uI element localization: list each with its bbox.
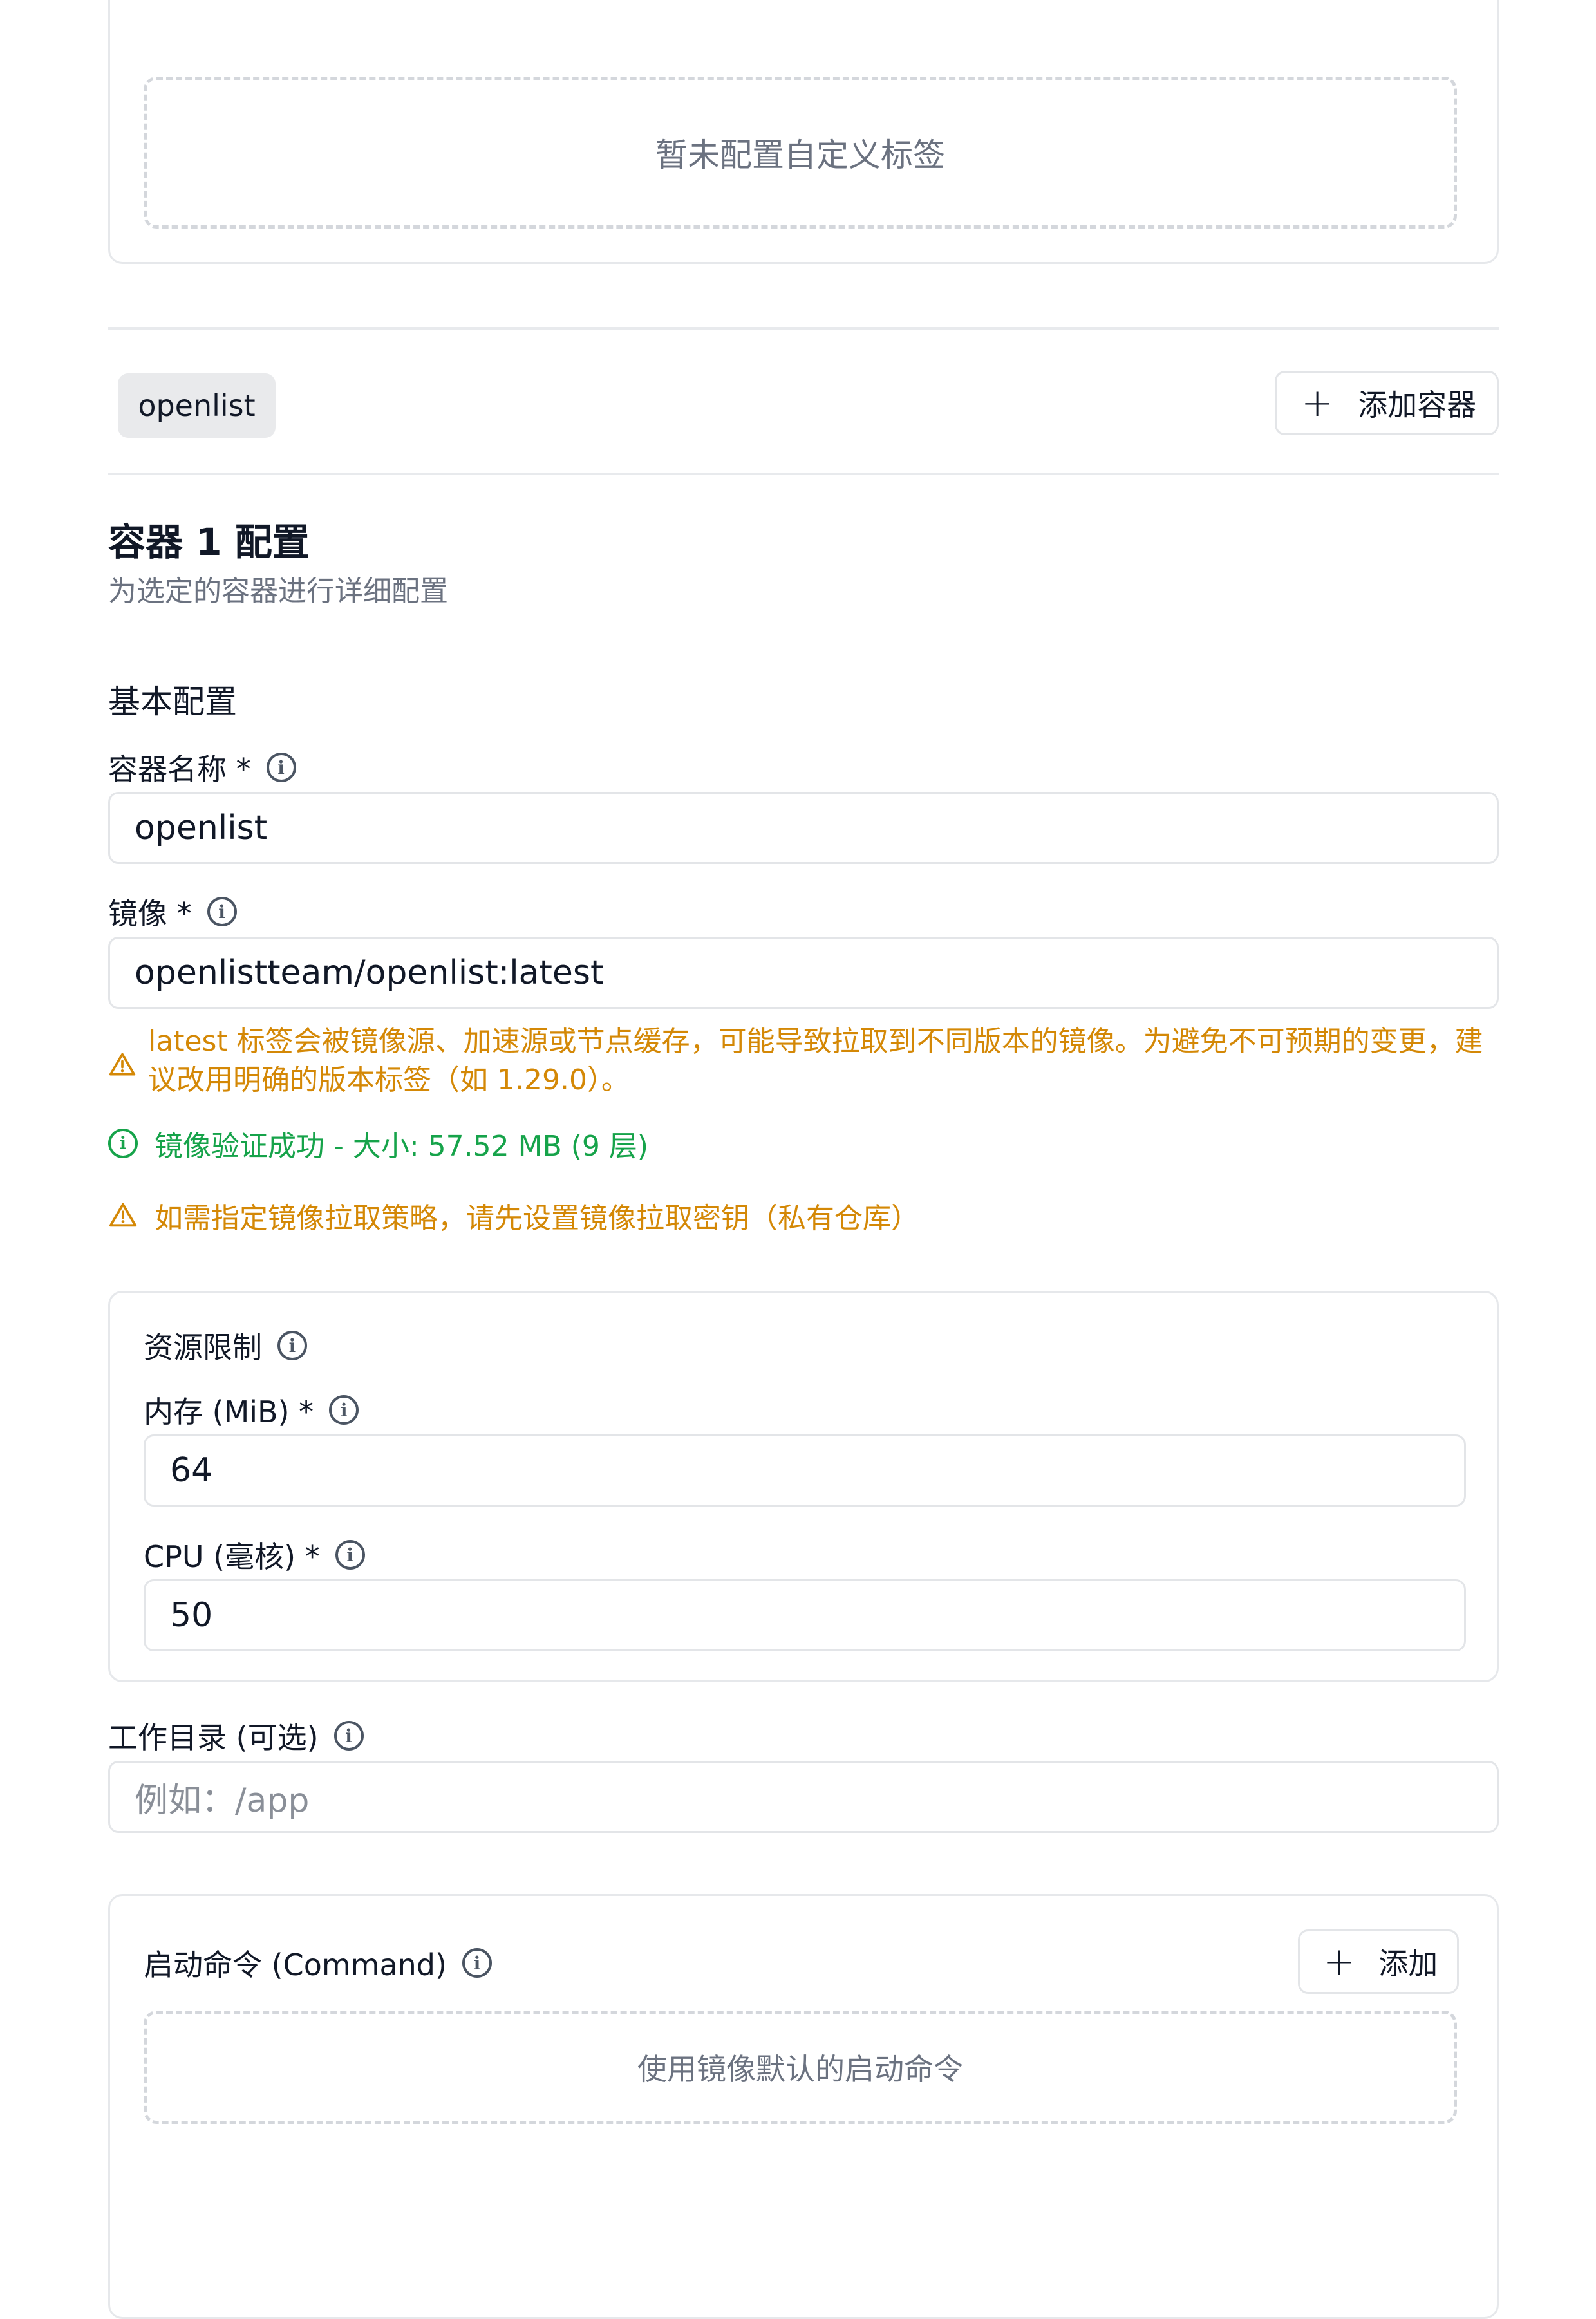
resource-limits-heading-text: 资源限制 [144,1330,262,1365]
container-tab-openlist[interactable]: openlist [118,373,276,438]
verify-success-text: 镜像验证成功 - 大小: 57.52 MB (9 层) [155,1130,649,1163]
container-name-value: openlist [135,809,268,847]
memory-label: 内存 (MiB) * i [144,1391,359,1429]
image-value: openlistteam/openlist:latest [135,953,604,992]
divider [108,473,1499,475]
success-info-icon: i [108,1129,138,1158]
custom-tags-card: 暂未配置自定义标签 [108,0,1499,264]
workdir-label-text: 工作目录 (可选) [108,1720,319,1755]
command-label: 启动命令 (Command) i [144,1944,492,1982]
container-name-label-text: 容器名称 * [108,752,251,787]
cpu-input[interactable]: 50 [144,1579,1466,1651]
info-icon[interactable]: i [277,1331,307,1360]
memory-input[interactable]: 64 [144,1434,1466,1507]
container-name-label: 容器名称 * i [108,748,296,787]
warning-icon [108,1201,138,1230]
custom-tags-empty-text: 暂未配置自定义标签 [655,136,945,174]
info-icon[interactable]: i [329,1395,359,1425]
info-icon[interactable]: i [207,897,237,926]
command-empty: 使用镜像默认的启动命令 [144,2011,1457,2124]
info-icon[interactable]: i [333,1721,364,1751]
pull-policy-warning: 如需指定镜像拉取策略，请先设置镜像拉取密钥（私有仓库） [108,1196,919,1235]
image-label-text: 镜像 * [108,896,192,931]
command-empty-text: 使用镜像默认的启动命令 [637,2052,963,2087]
pull-policy-warning-text: 如需指定镜像拉取策略，请先设置镜像拉取密钥（私有仓库） [155,1202,919,1235]
cpu-label-text: CPU (毫核) * [144,1539,320,1574]
add-command-label: 添加 [1378,1946,1438,1981]
image-input[interactable]: openlistteam/openlist:latest [108,937,1499,1009]
add-container-label: 添加容器 [1358,388,1477,422]
custom-tags-empty: 暂未配置自定义标签 [144,77,1457,229]
add-container-button[interactable]: + 添加容器 [1275,371,1499,435]
info-icon[interactable]: i [335,1540,365,1570]
resource-limits-card: 资源限制 i 内存 (MiB) * i 64 CPU (毫核) * i 50 [108,1291,1499,1682]
latest-warning-line2: 议改用明确的版本标签（如 1.29.0）。 [148,1064,630,1096]
workdir-placeholder: 例如：/app [135,1781,310,1820]
info-icon[interactable]: i [266,753,296,782]
command-label-text: 启动命令 (Command) [144,1948,447,1982]
cpu-label: CPU (毫核) * i [144,1535,365,1574]
image-label: 镜像 * i [108,892,237,931]
warning-icon [108,1051,136,1079]
memory-label-text: 内存 (MiB) * [144,1394,314,1429]
plus-icon: + [1323,1939,1356,1984]
workdir-input[interactable]: 例如：/app [108,1761,1499,1833]
latest-warning-line1: latest 标签会被镜像源、加速源或节点缓存，可能导致拉取到不同版本的镜像。为… [148,1025,1483,1058]
container-config-title: 容器 1 配置 [108,520,310,564]
cpu-value: 50 [170,1596,213,1635]
command-card: 启动命令 (Command) i + 添加 使用镜像默认的启动命令 [108,1894,1499,2319]
workdir-label: 工作目录 (可选) i [108,1716,364,1755]
resource-limits-heading: 资源限制 i [144,1326,307,1365]
container-name-input[interactable]: openlist [108,792,1499,864]
divider [108,327,1499,330]
basic-config-heading: 基本配置 [108,683,237,720]
container-config-subtitle: 为选定的容器进行详细配置 [108,575,448,608]
image-verify-success: i 镜像验证成功 - 大小: 57.52 MB (9 层) [108,1124,648,1163]
plus-icon: + [1301,380,1334,426]
container-tab-label: openlist [138,388,256,423]
memory-value: 64 [170,1451,213,1490]
add-command-button[interactable]: + 添加 [1298,1929,1459,1994]
latest-tag-warning: latest 标签会被镜像源、加速源或节点缓存，可能导致拉取到不同版本的镜像。为… [148,1022,1500,1100]
info-icon[interactable]: i [462,1948,492,1978]
